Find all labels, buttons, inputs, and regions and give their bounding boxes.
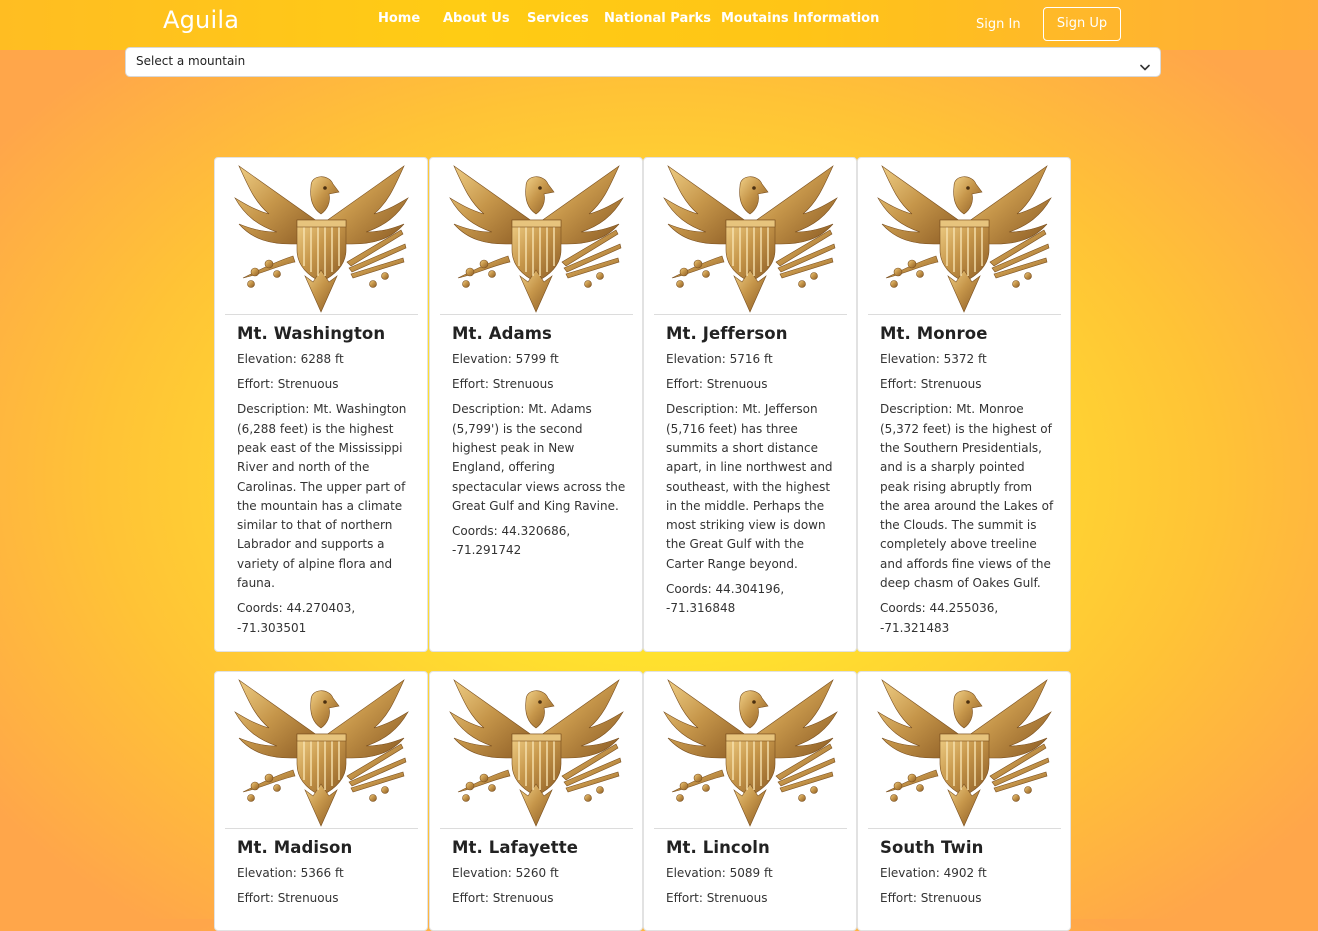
eagle-emblem-image	[868, 672, 1061, 829]
card-title: Mt. Monroe	[880, 324, 988, 343]
card-elevation: Elevation: 5372 ft	[880, 352, 987, 366]
mountain-card[interactable]: Mt. Madison Elevation: 5366 ft Effort: S…	[214, 671, 428, 931]
card-coords: Coords: 44.270403, -71.303501	[237, 601, 356, 635]
card-description: Description: Mt. Monroe (5,372 feet) is …	[880, 402, 1054, 591]
card-effort: Effort: Strenuous	[666, 891, 768, 906]
top-navbar: Aguila Home About Us Services National P…	[0, 0, 1318, 50]
card-elevation: Elevation: 6288 ft	[237, 352, 344, 366]
brand-logo[interactable]: Aguila	[163, 6, 239, 34]
chevron-down-icon	[1140, 57, 1150, 76]
card-elevation: Elevation: 4902 ft	[880, 866, 987, 880]
mountain-card[interactable]: Mt. Monroe Elevation: 5372 ft Effort: St…	[857, 157, 1071, 652]
card-effort: Effort: Strenuous	[880, 377, 982, 392]
card-title: Mt. Washington	[237, 324, 386, 343]
nav-services[interactable]: Services	[527, 11, 589, 26]
eagle-emblem-image	[654, 158, 847, 315]
eagle-emblem-image	[225, 672, 418, 829]
card-elevation: Elevation: 5366 ft	[237, 866, 344, 880]
mountain-card[interactable]: Mt. Lafayette Elevation: 5260 ft Effort:…	[429, 671, 643, 931]
sign-up-button[interactable]: Sign Up	[1043, 7, 1121, 41]
card-title: Mt. Lafayette	[452, 838, 578, 857]
card-description: Description: Mt. Washington (6,288 feet)…	[237, 402, 407, 591]
card-coords: Coords: 44.320686, -71.291742	[452, 524, 571, 558]
card-description: Description: Mt. Jefferson (5,716 feet) …	[666, 402, 833, 571]
eagle-emblem-image	[440, 158, 633, 315]
card-effort: Effort: Strenuous	[237, 377, 339, 392]
card-title: Mt. Adams	[452, 324, 552, 343]
card-effort: Effort: Strenuous	[452, 891, 554, 906]
card-elevation: Elevation: 5716 ft	[666, 352, 773, 366]
card-elevation: Elevation: 5260 ft	[452, 866, 559, 880]
mountain-card[interactable]: Mt. Lincoln Elevation: 5089 ft Effort: S…	[643, 671, 857, 931]
eagle-emblem-image	[440, 672, 633, 829]
card-elevation: Elevation: 5089 ft	[666, 866, 773, 880]
card-title: Mt. Jefferson	[666, 324, 788, 343]
card-title: South Twin	[880, 838, 984, 857]
mountain-select[interactable]: Select a mountain	[125, 47, 1161, 77]
card-coords: Coords: 44.304196, -71.316848	[666, 582, 785, 616]
card-effort: Effort: Strenuous	[666, 377, 768, 392]
card-coords: Coords: 44.255036, -71.321483	[880, 601, 999, 635]
sign-in-link[interactable]: Sign In	[976, 17, 1021, 32]
card-effort: Effort: Strenuous	[880, 891, 982, 906]
card-description: Description: Mt. Adams (5,799') is the s…	[452, 402, 626, 513]
nav-home[interactable]: Home	[378, 11, 420, 26]
mountain-card[interactable]: Mt. Jefferson Elevation: 5716 ft Effort:…	[643, 157, 857, 652]
mountain-card[interactable]: Mt. Adams Elevation: 5799 ft Effort: Str…	[429, 157, 643, 652]
eagle-emblem-image	[654, 672, 847, 829]
card-effort: Effort: Strenuous	[452, 377, 554, 392]
card-title: Mt. Madison	[237, 838, 353, 857]
eagle-emblem-image	[868, 158, 1061, 315]
eagle-emblem-image	[225, 158, 418, 315]
nav-mountains-information[interactable]: Moutains Information	[721, 11, 879, 26]
mountain-card[interactable]: Mt. Washington Elevation: 6288 ft Effort…	[214, 157, 428, 652]
card-elevation: Elevation: 5799 ft	[452, 352, 559, 366]
mountain-select-value: Select a mountain	[136, 54, 246, 68]
nav-national-parks[interactable]: National Parks	[604, 11, 711, 26]
card-title: Mt. Lincoln	[666, 838, 770, 857]
mountain-card[interactable]: South Twin Elevation: 4902 ft Effort: St…	[857, 671, 1071, 931]
nav-about-us[interactable]: About Us	[443, 11, 510, 26]
card-effort: Effort: Strenuous	[237, 891, 339, 906]
